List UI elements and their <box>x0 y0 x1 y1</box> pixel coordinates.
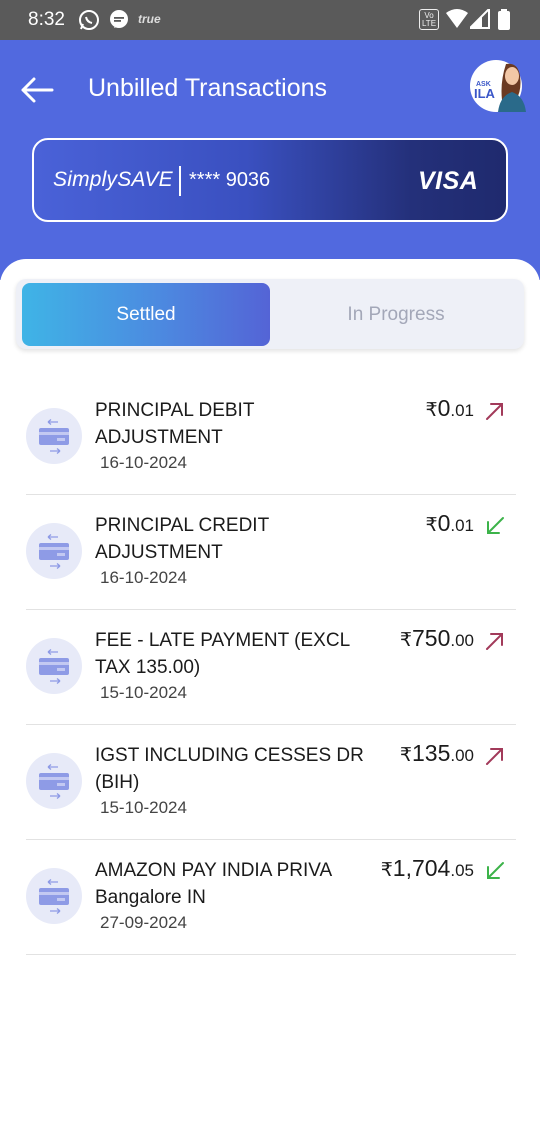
svg-text:ILA: ILA <box>474 86 496 101</box>
status-bar: 8:32 true Vo LTE <box>0 0 540 40</box>
card-transfer-icon <box>26 868 82 924</box>
transaction-name: PRINCIPAL DEBIT ADJUSTMENT <box>95 400 255 448</box>
transaction-date: 27-09-2024 <box>100 913 187 932</box>
currency-symbol: ₹ <box>425 515 438 536</box>
amount-main: 0 <box>437 510 451 536</box>
debit-arrow-icon <box>486 633 503 650</box>
card-brand: SimplySAVE <box>53 168 173 191</box>
debit-arrow-icon <box>486 748 503 765</box>
amount-decimal: .00 <box>450 631 474 650</box>
whatsapp-icon <box>78 9 100 31</box>
card-transfer-icon <box>26 523 82 579</box>
battery-icon <box>497 9 519 31</box>
transaction-row[interactable]: PRINCIPAL DEBIT ADJUSTMENT 16-10-2024 ₹0… <box>26 380 516 495</box>
amount-decimal: .05 <box>450 861 474 880</box>
credit-arrow-icon <box>487 517 504 534</box>
amount-main: 750 <box>411 625 451 651</box>
transaction-amount: ₹0.01 <box>425 510 474 537</box>
amount-main: 1,704 <box>392 855 451 881</box>
currency-symbol: ₹ <box>399 630 412 651</box>
transaction-name: FEE - LATE PAYMENT (EXCL TAX 135.00) <box>95 630 350 678</box>
currency-symbol: ₹ <box>425 400 438 421</box>
amount-decimal: .01 <box>450 516 474 535</box>
status-time: 8:32 <box>28 9 65 30</box>
transaction-row[interactable]: AMAZON PAY INDIA PRIVA Bangalore IN 27-0… <box>26 840 516 955</box>
transaction-date: 16-10-2024 <box>100 453 187 472</box>
transaction-amount: ₹750.00 <box>400 625 474 652</box>
tab-in-progress[interactable]: In Progress <box>272 283 520 346</box>
wifi-icon <box>446 9 468 31</box>
card-number: **** 9036 <box>189 169 271 191</box>
assistant-avatar-icon: ASK ILA <box>470 60 526 112</box>
credit-card-banner: SimplySAVE **** 9036 VISA <box>32 138 508 222</box>
transaction-row[interactable]: PRINCIPAL CREDIT ADJUSTMENT 16-10-2024 ₹… <box>26 495 516 610</box>
tab-bar: Settled In Progress <box>16 279 524 349</box>
transaction-date: 15-10-2024 <box>100 683 187 702</box>
transaction-amount: ₹0.01 <box>425 395 474 422</box>
transaction-row[interactable]: FEE - LATE PAYMENT (EXCL TAX 135.00) 15-… <box>26 610 516 725</box>
currency-symbol: ₹ <box>380 860 393 881</box>
truecaller-icon: true <box>138 12 161 26</box>
header: Unbilled Transactions ASK ILA SimplySAVE… <box>0 40 540 280</box>
transaction-date: 16-10-2024 <box>100 568 187 587</box>
back-button[interactable] <box>18 72 58 108</box>
page-title: Unbilled Transactions <box>88 74 328 102</box>
transaction-row[interactable]: IGST INCLUDING CESSES DR (BIH) 15-10-202… <box>26 725 516 840</box>
amount-decimal: .01 <box>450 401 474 420</box>
transactions-panel: Settled In Progress PRINCIPAL DEBIT ADJU… <box>0 259 540 1140</box>
transaction-amount: ₹1,704.05 <box>381 855 474 882</box>
visa-logo: VISA <box>418 167 479 195</box>
arrow-left-icon <box>21 77 54 103</box>
currency-symbol: ₹ <box>399 745 412 766</box>
debit-arrow-icon <box>486 403 503 420</box>
tab-settled[interactable]: Settled <box>22 283 270 346</box>
signal-icon <box>467 6 492 31</box>
card-divider <box>179 166 181 196</box>
transaction-name: PRINCIPAL CREDIT ADJUSTMENT <box>95 515 269 563</box>
card-transfer-icon <box>26 638 82 694</box>
volte-icon: Vo LTE <box>419 9 439 30</box>
credit-arrow-icon <box>487 862 504 879</box>
ask-ila-assistant-button[interactable]: ASK ILA <box>468 56 528 112</box>
transaction-date: 15-10-2024 <box>100 798 187 817</box>
message-icon <box>108 9 130 31</box>
card-transfer-icon <box>26 408 82 464</box>
amount-main: 135 <box>411 740 451 766</box>
amount-main: 0 <box>437 395 451 421</box>
transaction-name: AMAZON PAY INDIA PRIVA Bangalore IN <box>95 860 332 908</box>
transaction-name: IGST INCLUDING CESSES DR (BIH) <box>95 745 364 793</box>
card-transfer-icon <box>26 753 82 809</box>
amount-decimal: .00 <box>450 746 474 765</box>
transaction-amount: ₹135.00 <box>400 740 474 767</box>
